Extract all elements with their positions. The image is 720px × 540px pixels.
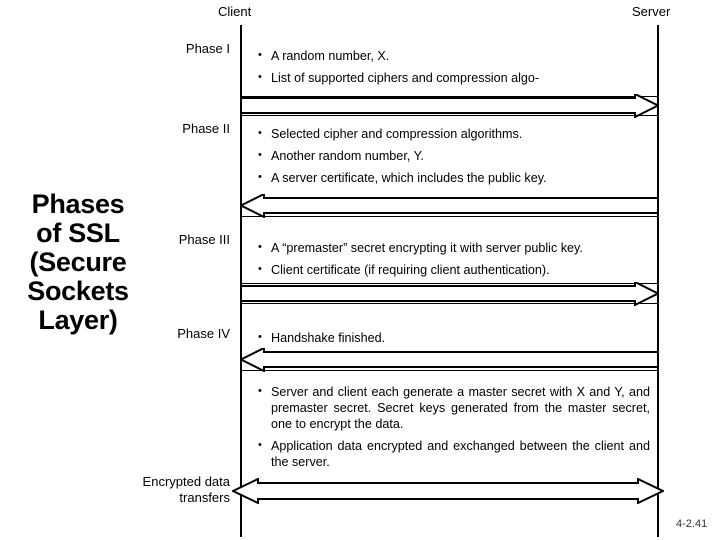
message-item: Another random number, Y. [258,147,650,164]
ssl-phases-sequence-diagram: Client Server Phase I A random number, X… [0,0,720,540]
message-item: Server and client each generate a master… [258,383,650,432]
message-item: Application data encrypted and exchanged… [258,437,650,470]
arrow-phase-4-server-to-client [240,348,659,372]
phase-separator [240,303,659,304]
client-column-header: Client [218,4,252,19]
arrow-phase-2-server-to-client [240,194,659,218]
message-item: List of supported ciphers and compressio… [258,69,650,86]
message-block-phase-1: A random number, X. List of supported ci… [258,47,650,92]
phase-label-phase-2: Phase II [182,121,230,136]
message-block-encrypted-data: Server and client each generate a master… [258,383,650,476]
message-item: A “premaster” secret encrypting it with … [258,239,650,256]
phase-separator [240,216,659,217]
phase-label-phase-3: Phase III [178,232,230,247]
page-number: 4-2.41 [676,518,708,530]
message-item: Client certificate (if requiring client … [258,261,650,278]
message-item: Selected cipher and compression algorith… [258,125,650,142]
arrow-encrypted-data-bidirectional [232,478,664,504]
message-item: Handshake finished. [258,329,650,346]
phase-separator [240,115,659,116]
server-column-header: Server [632,4,671,19]
phase-label-encrypted-data-transfers: Encrypted data transfers [142,474,230,505]
message-item: A server certificate, which includes the… [258,169,650,186]
phase-separator [240,370,659,371]
message-block-phase-3: A “premaster” secret encrypting it with … [258,239,650,284]
phase-label-phase-4: Phase IV [177,326,230,341]
message-item: A random number, X. [258,47,650,64]
phase-label-phase-1: Phase I [185,41,230,56]
message-block-phase-2: Selected cipher and compression algorith… [258,125,650,192]
